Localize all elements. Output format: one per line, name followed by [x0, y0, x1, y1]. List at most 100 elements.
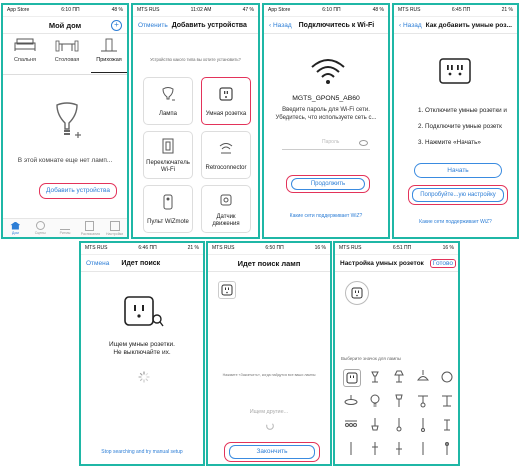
choose-icon-label: Выберите значок для лампы — [341, 356, 401, 361]
icon-option-chandelier[interactable] — [343, 417, 359, 433]
network-name: MGTS_GPON5_AB60 — [292, 95, 360, 102]
torch-lamp-icon — [396, 418, 402, 432]
icon-option-strip[interactable] — [439, 393, 455, 409]
finish-button[interactable]: Закончить — [224, 442, 320, 462]
page-title: Настройка умных розеток — [340, 259, 424, 267]
bulb-icon — [370, 394, 380, 407]
device-wizmote[interactable]: Пульт WiZmote — [143, 185, 193, 233]
done-button[interactable]: Готово — [429, 258, 456, 268]
tab-schedules[interactable]: Расписания — [81, 220, 100, 236]
plug-search-icon — [124, 296, 164, 327]
icon-option-ceiling[interactable] — [343, 393, 359, 409]
icon-option-desk-lamp[interactable] — [367, 369, 383, 385]
device-label: Пульт WiZmote — [147, 219, 189, 225]
loading-spinner-icon — [266, 422, 274, 430]
status-time: 6:45 ПП — [451, 7, 471, 13]
status-bar: App Store 6:10 ПП 48 % — [3, 5, 127, 17]
plug-icon — [346, 372, 358, 384]
cord-lamp-icon — [350, 442, 352, 455]
back-label: Назад — [402, 21, 422, 29]
supported-networks-link[interactable]: Какие сети поддерживает WiZ? — [264, 213, 388, 219]
device-smart-plug[interactable]: Умная розетка — [201, 77, 251, 125]
tab-settings[interactable]: Настройки — [106, 220, 124, 236]
device-motion-sensor[interactable]: Датчик движения — [201, 185, 251, 233]
lamp-icon — [162, 87, 175, 101]
icon-option-floor-lamp[interactable] — [391, 393, 407, 409]
icon-option-lantern[interactable] — [415, 441, 431, 457]
found-plug-icon[interactable] — [218, 281, 236, 299]
step-1: 1. Отключите умные розетки и — [418, 107, 507, 114]
page-title: Идет поиск ламп — [237, 258, 301, 268]
calendar-icon — [85, 220, 95, 231]
icon-option-wall[interactable] — [415, 417, 431, 433]
loading-spinner-icon — [138, 371, 150, 383]
tab-label: Сцены — [34, 231, 46, 235]
add-icon[interactable]: + — [111, 19, 122, 31]
add-devices-button[interactable]: Добавить устройства — [39, 183, 117, 199]
eye-icon[interactable] — [359, 140, 368, 146]
continue-button[interactable]: Продолжить — [286, 175, 370, 193]
back-button[interactable]: ‹ Назад — [269, 22, 292, 29]
page-title: Мой дом — [48, 20, 82, 30]
icon-option-pendant[interactable] — [415, 369, 431, 385]
icon-option-cord[interactable] — [343, 441, 359, 457]
device-wifi-switch[interactable]: Переключатель Wi-Fi — [143, 131, 193, 179]
icon-option-standing[interactable] — [439, 417, 455, 433]
room-tab-dining[interactable]: Столовая — [49, 38, 85, 70]
icon-option-plug[interactable] — [343, 369, 361, 387]
scenes-icon — [35, 221, 45, 230]
wall-switch-icon — [162, 138, 174, 154]
tab-rhythms[interactable]: Ритмы — [56, 221, 74, 235]
tab-label: Дом — [12, 230, 19, 235]
start-button[interactable]: Начать — [414, 163, 502, 178]
back-button[interactable]: ‹ Назад — [399, 22, 422, 29]
step-2: 2. Подключите умные розетк — [418, 123, 502, 130]
carrier-label: App Store — [7, 7, 30, 13]
password-field[interactable]: Пароль — [282, 137, 370, 150]
icon-option-tube[interactable] — [367, 441, 383, 457]
icon-option-table-lamp[interactable] — [391, 369, 407, 385]
status-bar: MTS RUS 6:45 ПП 21 % — [394, 5, 517, 17]
icon-option-sconce[interactable] — [391, 441, 407, 457]
motion-sensor-icon — [220, 194, 232, 206]
manual-setup-button[interactable]: Попробуйте...ую настройку — [408, 185, 508, 205]
icon-option-pole[interactable] — [439, 441, 455, 457]
cancel-button[interactable]: Отмена — [86, 260, 109, 267]
tab-home[interactable]: Дом — [6, 221, 24, 235]
screen-how-to-add: MTS RUS 6:45 ПП 21 % ‹ Назад Как добавит… — [392, 3, 519, 239]
wifi-instruction: Введите пароль для Wi-Fi сети. Убедитесь… — [275, 107, 377, 121]
icon-option-hanging[interactable] — [367, 417, 383, 433]
icon-option-torch[interactable] — [391, 417, 407, 433]
status-time: 6:51 ПП — [392, 245, 412, 251]
stop-search-link[interactable]: Stop searching and try manual setup — [81, 449, 203, 455]
searching-others-text: Ищем другие... — [249, 409, 289, 415]
tab-scenes[interactable]: Сцены — [31, 221, 49, 235]
screen-add-devices: MTS RUS 11:02 AM 47 % Отменить Добавить … — [131, 3, 260, 239]
room-tab-bedroom[interactable]: Спальня — [7, 38, 43, 70]
setup-steps: 1. Отключите умные розетки и 2. Подключи… — [418, 103, 507, 151]
plug-icon — [351, 287, 363, 299]
icon-picker-grid — [339, 365, 458, 464]
cancel-button[interactable]: Отменить — [138, 22, 168, 29]
icon-option-spot[interactable] — [415, 393, 431, 409]
room-tab-hallway[interactable]: Прихожая — [91, 38, 127, 73]
carrier-label: MTS RUS — [212, 245, 235, 251]
tube-lamp-icon — [372, 442, 378, 455]
continue-label: Продолжить — [291, 178, 365, 190]
retroconnector-icon — [219, 143, 233, 154]
status-bar: MTS RUS 11:02 AM 47 % — [133, 5, 258, 17]
icon-option-bulb[interactable] — [367, 393, 383, 409]
battery-label: 48 % — [111, 7, 123, 13]
home-icon — [10, 221, 21, 230]
device-lamp[interactable]: Лампа — [143, 77, 193, 125]
rhythm-icon — [59, 221, 70, 230]
device-retroconnector[interactable]: Retroconnector — [201, 131, 251, 179]
page-title: Добавить устройства — [171, 21, 247, 29]
coat-rack-icon — [101, 38, 117, 52]
empty-room-text: В этой комнате еще нет ламп... — [17, 157, 113, 164]
page-title: Как добавить умные роз... — [425, 21, 512, 29]
double-outlet-icon — [439, 58, 471, 84]
wifi-icon — [311, 59, 345, 84]
icon-option-ring[interactable] — [439, 369, 455, 385]
supported-networks-link[interactable]: Какие сети поддерживает WiZ? — [394, 219, 517, 225]
